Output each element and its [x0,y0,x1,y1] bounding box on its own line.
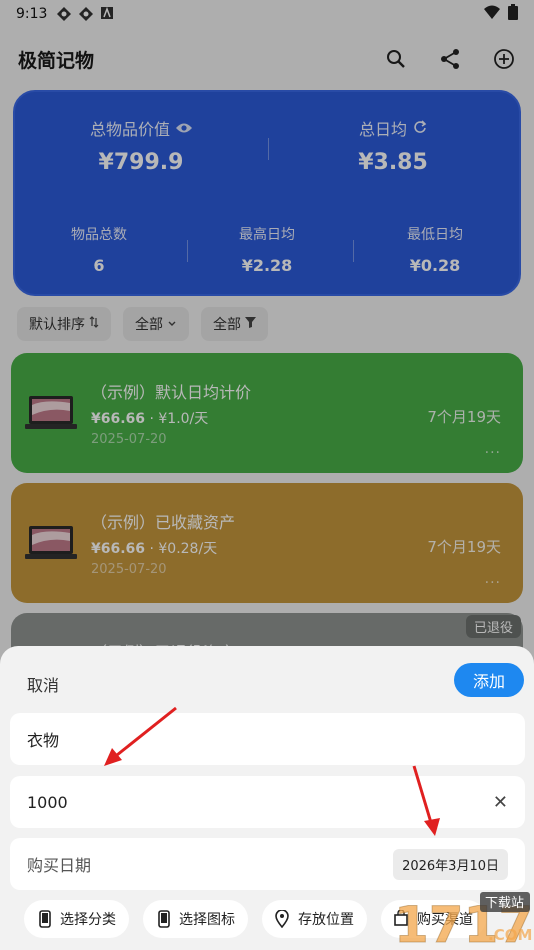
name-field[interactable]: 衣物 [10,713,525,765]
svg-text:下载站: 下载站 [485,896,524,911]
add-button[interactable]: 添加 [454,663,524,697]
phone-icon [37,910,53,928]
select-category-label: 选择分类 [60,912,116,928]
cancel-button[interactable]: 取消 [27,672,59,696]
price-input-value: 1000 [27,792,68,812]
select-icon-label: 选择图标 [179,912,235,928]
price-field[interactable]: 1000 ✕ [10,776,525,828]
purchase-date-field[interactable]: 购买日期 2026年3月10日 [10,838,525,890]
select-category-button[interactable]: 选择分类 [24,900,129,938]
watermark-logo: 17178 下载站 .COM [308,888,534,950]
clear-icon[interactable]: ✕ [493,792,508,813]
location-pin-icon [275,910,291,928]
purchase-date-label: 购买日期 [27,856,92,875]
svg-text:.COM: .COM [488,926,532,944]
select-icon-button[interactable]: 选择图标 [143,900,248,938]
phone-icon [156,910,172,928]
name-input-value: 衣物 [27,731,60,750]
purchase-date-chip[interactable]: 2026年3月10日 [393,848,508,880]
